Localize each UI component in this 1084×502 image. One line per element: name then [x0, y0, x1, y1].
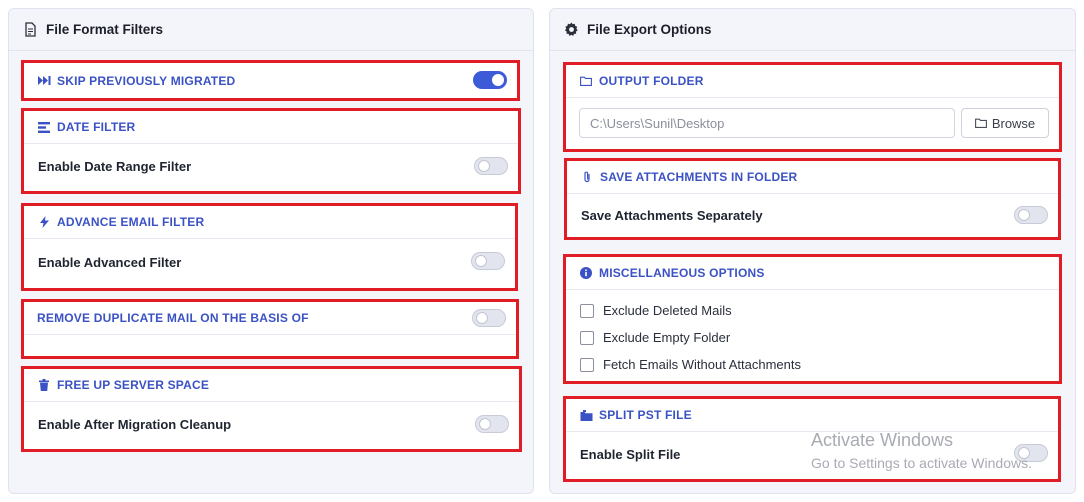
- output-folder-card: OUTPUT FOLDER C:\Users\Sunil\Desktop Bro…: [563, 62, 1062, 152]
- fast-forward-icon: [37, 74, 51, 88]
- card-title: SPLIT PST FILE: [599, 408, 692, 422]
- option-label: Fetch Emails Without Attachments: [603, 357, 801, 372]
- document-icon: [22, 22, 38, 38]
- folder-icon: [579, 74, 593, 88]
- split-file-icon: [579, 408, 593, 422]
- misc-options-card: MISCELLANEOUS OPTIONS Exclude Deleted Ma…: [563, 254, 1062, 384]
- card-header: REMOVE DUPLICATE MAIL ON THE BASIS OF: [24, 302, 516, 335]
- cleanup-option: Enable After Migration Cleanup: [24, 402, 519, 446]
- card-title: REMOVE DUPLICATE MAIL ON THE BASIS OF: [37, 311, 309, 325]
- card-title: FREE UP SERVER SPACE: [57, 378, 210, 392]
- card-title: OUTPUT FOLDER: [599, 74, 704, 88]
- panel-title: File Export Options: [587, 22, 712, 37]
- cleanup-toggle[interactable]: [475, 415, 509, 433]
- trash-icon: [37, 378, 51, 392]
- option-label: Save Attachments Separately: [581, 207, 763, 223]
- card-header: OUTPUT FOLDER: [566, 65, 1059, 98]
- remove-duplicate-toggle[interactable]: [472, 309, 506, 327]
- panel-header: File Export Options: [550, 9, 1075, 51]
- date-range-option: Enable Date Range Filter: [24, 144, 518, 188]
- option-label: Exclude Empty Folder: [603, 330, 731, 345]
- activate-windows-subtitle: Go to Settings to activate Windows.: [811, 455, 1032, 471]
- advance-email-filter-card: ADVANCE EMAIL FILTER Enable Advanced Fil…: [21, 203, 518, 291]
- toggle-knob: [475, 255, 487, 267]
- filter-bars-icon: [37, 120, 51, 134]
- exclude-empty-folder-option[interactable]: Exclude Empty Folder: [580, 330, 730, 345]
- folder-icon: [974, 116, 987, 131]
- free-up-space-card: FREE UP SERVER SPACE Enable After Migrat…: [21, 366, 522, 452]
- card-header: SPLIT PST FILE: [566, 399, 1058, 432]
- card-header: ADVANCE EMAIL FILTER: [24, 206, 515, 239]
- card-header: DATE FILTER: [24, 111, 518, 144]
- advanced-filter-toggle[interactable]: [471, 252, 505, 270]
- output-path-input[interactable]: C:\Users\Sunil\Desktop: [579, 108, 955, 138]
- toggle-knob: [478, 160, 490, 172]
- lightning-icon: [37, 215, 51, 229]
- exclude-deleted-option[interactable]: Exclude Deleted Mails: [580, 303, 732, 318]
- option-label: Enable Date Range Filter: [38, 158, 192, 174]
- activate-windows-title: Activate Windows: [811, 430, 954, 450]
- panel-header: File Format Filters: [9, 9, 533, 51]
- card-header: MISCELLANEOUS OPTIONS: [566, 257, 1059, 290]
- fetch-without-attachments-option[interactable]: Fetch Emails Without Attachments: [580, 357, 801, 372]
- panel-title: File Format Filters: [46, 22, 164, 37]
- card-title: SKIP PREVIOUSLY MIGRATED: [57, 73, 236, 88]
- card-title: DATE FILTER: [57, 120, 136, 134]
- paperclip-icon: [580, 170, 594, 184]
- card-title: ADVANCE EMAIL FILTER: [57, 215, 205, 229]
- toggle-knob: [476, 312, 488, 324]
- option-label: Enable Advanced Filter: [38, 254, 182, 270]
- toggle-knob: [1018, 209, 1030, 221]
- advanced-filter-option: Enable Advanced Filter: [24, 239, 515, 285]
- remove-duplicate-card: REMOVE DUPLICATE MAIL ON THE BASIS OF: [21, 299, 519, 359]
- date-filter-card: DATE FILTER Enable Date Range Filter: [21, 108, 521, 194]
- card-header: FREE UP SERVER SPACE: [24, 369, 519, 402]
- browse-label: Browse: [991, 115, 1036, 131]
- date-range-toggle[interactable]: [474, 157, 508, 175]
- card-title: MISCELLANEOUS OPTIONS: [599, 266, 765, 280]
- gear-icon: [563, 22, 579, 38]
- skip-migrated-toggle[interactable]: [473, 71, 507, 89]
- info-icon: [579, 266, 593, 280]
- toggle-knob: [479, 418, 491, 430]
- save-attachments-option: Save Attachments Separately: [567, 194, 1058, 236]
- option-label: Exclude Deleted Mails: [603, 303, 732, 318]
- save-attachments-card: SAVE ATTACHMENTS IN FOLDER Save Attachme…: [564, 158, 1061, 240]
- option-label: Enable After Migration Cleanup: [38, 416, 232, 432]
- toggle-knob: [492, 74, 504, 86]
- browse-button[interactable]: Browse: [961, 108, 1049, 138]
- card-title: SAVE ATTACHMENTS IN FOLDER: [600, 170, 798, 184]
- card-header: SAVE ATTACHMENTS IN FOLDER: [567, 161, 1058, 194]
- save-attachments-toggle[interactable]: [1014, 206, 1048, 224]
- fetch-without-attachments-checkbox[interactable]: [580, 357, 594, 372]
- exclude-empty-folder-checkbox[interactable]: [580, 330, 594, 345]
- card-header: SKIP PREVIOUSLY MIGRATED: [24, 63, 517, 98]
- skip-migrated-card: SKIP PREVIOUSLY MIGRATED: [21, 60, 520, 101]
- exclude-deleted-checkbox[interactable]: [580, 303, 594, 318]
- option-label: Enable Split File: [580, 446, 681, 462]
